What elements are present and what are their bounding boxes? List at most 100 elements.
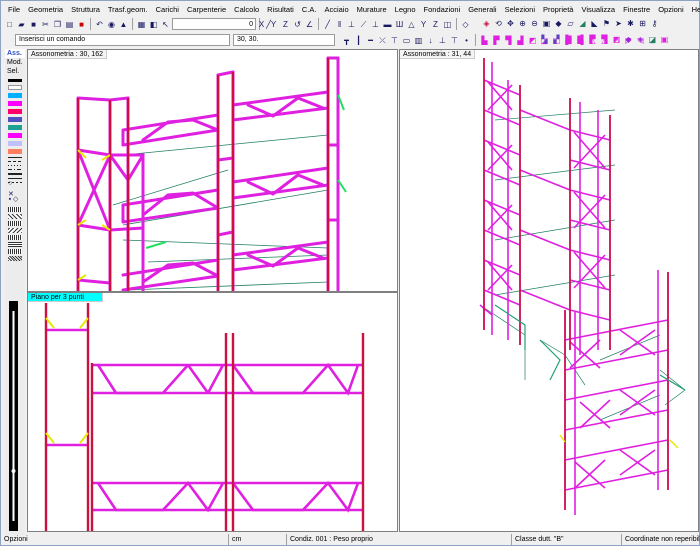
menu-file[interactable]: File [4,5,24,14]
open-folder-icon[interactable]: ▰ [16,19,27,30]
result-5-icon[interactable]: ▛ [587,34,598,45]
menu-help[interactable]: Help [688,5,700,14]
axis-z-icon[interactable]: Z [280,19,291,30]
axis-angle-icon[interactable]: ∠ [304,19,315,30]
pink-tool-5-icon[interactable]: ◩ [527,35,538,46]
view-key-icon[interactable]: ⚷ [649,18,660,29]
draw-plate-icon[interactable]: ▬ [382,19,393,30]
select-plate-icon[interactable]: ▭ [401,35,412,46]
view-wire-icon[interactable]: ▱ [565,18,576,29]
menu-finestre[interactable]: Finestre [619,5,654,14]
view-arrow-icon[interactable]: ➤ [613,18,624,29]
result-7-icon[interactable]: ◩ [611,34,622,45]
line-style-dash[interactable] [8,161,22,162]
palette-tab-sel[interactable]: Sel. [5,67,25,76]
draw-y-icon[interactable]: Y [418,19,429,30]
rotate-icon[interactable]: ↺ [292,19,303,30]
menu-carichi[interactable]: Carichi [152,5,183,14]
command-input[interactable]: Inserisci un comando [15,34,230,46]
cursor-icon[interactable]: ↖ [160,19,171,30]
menu-struttura[interactable]: Struttura [67,5,104,14]
hatch-4[interactable] [8,228,22,233]
draw-wall-icon[interactable]: Ш [394,19,405,30]
palette-tab-ass[interactable]: Ass. [5,49,25,58]
menu-selezioni[interactable]: Selezioni [501,5,539,14]
result-3-icon[interactable]: ▙ [563,34,574,45]
view-3d-icon[interactable]: ◆ [553,18,564,29]
result-11-icon[interactable]: ▣ [659,34,670,45]
color-swatch-7[interactable] [8,133,22,138]
draw-node-icon[interactable]: ⊥ [346,19,357,30]
print-icon[interactable]: ▤ [64,19,75,30]
globe-icon[interactable]: ◉ [106,19,117,30]
menu-proprieta[interactable]: Proprietà [539,5,577,14]
line-style-dot[interactable] [8,165,22,166]
select-arrow-icon[interactable]: ↓ [425,35,436,46]
menu-legno[interactable]: Legno [391,5,420,14]
draw-column-icon[interactable]: ‖ [334,19,345,30]
select-column-icon[interactable]: ┃ [353,35,364,46]
line-style-dashdot[interactable] [8,169,22,170]
color-swatch-4[interactable] [8,109,22,114]
hatch-3[interactable] [8,221,22,226]
select-brace-icon[interactable]: ⤫ [377,35,388,46]
undo-icon[interactable]: ↶ [94,19,105,30]
color-swatch-1[interactable] [8,85,22,90]
new-file-icon[interactable]: □ [4,19,15,30]
select-fixed-icon[interactable]: ⊤ [449,35,460,46]
palette-tab-mod[interactable]: Mod. [5,58,25,67]
select-beam-icon[interactable]: ━ [365,35,376,46]
layers-icon[interactable]: ◧ [148,19,159,30]
menu-opzioni[interactable]: Opzioni [654,5,687,14]
view-rotate-icon[interactable]: ⟲ [493,18,504,29]
result-6-icon[interactable]: ▜ [599,34,610,45]
color-swatch-3[interactable] [8,101,22,106]
zoom-icon[interactable]: ▲ [118,19,129,30]
menu-ca[interactable]: C.A. [298,5,321,14]
hatch-2[interactable] [8,214,22,219]
draw-support-icon[interactable]: ⊥ [370,19,381,30]
result-1-icon[interactable]: ▚ [539,34,550,45]
line-style-solid[interactable] [8,157,22,158]
menu-calcolo[interactable]: Calcolo [230,5,263,14]
marker-square-icon[interactable]: ▪ ◇ [8,194,19,205]
menu-generali[interactable]: Generali [464,5,500,14]
view-shade-icon[interactable]: ◣ [589,18,600,29]
menu-trasf-geom[interactable]: Trasf.geom. [104,5,152,14]
draw-brace-icon[interactable]: ⟋ [358,19,369,30]
pink-tool-1-icon[interactable]: ▙ [479,35,490,46]
color-swatch-9[interactable] [8,149,22,154]
menu-carpenterie[interactable]: Carpenterie [183,5,230,14]
draw-z-icon[interactable]: Z [430,19,441,30]
view-plane-3-points[interactable]: Piano per 3 punti [27,292,398,532]
hatch-5[interactable] [8,235,22,240]
view-axonometric-right[interactable]: Assonometria : 31, 44 [399,49,699,532]
select-node-icon[interactable]: ⊤ [389,35,400,46]
cut-icon[interactable]: ✂ [40,19,51,30]
view-flag-icon[interactable]: ⚑ [601,18,612,29]
hatch-1[interactable] [8,207,22,212]
hatch-8[interactable] [8,256,22,261]
view-sun-icon[interactable]: ✱ [625,18,636,29]
result-9-icon[interactable]: ◈ [635,34,646,45]
coordinate-input[interactable]: 30, 30. [233,34,335,46]
menu-fondazioni[interactable]: Fondazioni [420,5,465,14]
color-swatch-2[interactable] [8,93,22,98]
color-swatch[interactable] [8,79,22,82]
view-split-icon[interactable]: ⊞ [637,18,648,29]
pink-tool-2-icon[interactable]: ▛ [491,35,502,46]
view-fit-icon[interactable]: ▣ [541,18,552,29]
grid-icon[interactable]: ▦ [136,19,147,30]
axis-y-icon[interactable]: Y [268,19,279,30]
menu-geometria[interactable]: Geometria [24,5,67,14]
color-swatch-8[interactable] [8,141,22,146]
view-pan-icon[interactable]: ✥ [505,18,516,29]
menu-murature[interactable]: Murature [353,5,391,14]
stop-icon[interactable]: ■ [76,19,87,30]
result-10-icon[interactable]: ◪ [647,34,658,45]
select-dot-icon[interactable]: • [461,35,472,46]
pink-tool-4-icon[interactable]: ▟ [515,35,526,46]
hatch-6[interactable] [8,242,22,247]
select-support-icon[interactable]: ⊥ [437,35,448,46]
color-swatch-6[interactable] [8,125,22,130]
